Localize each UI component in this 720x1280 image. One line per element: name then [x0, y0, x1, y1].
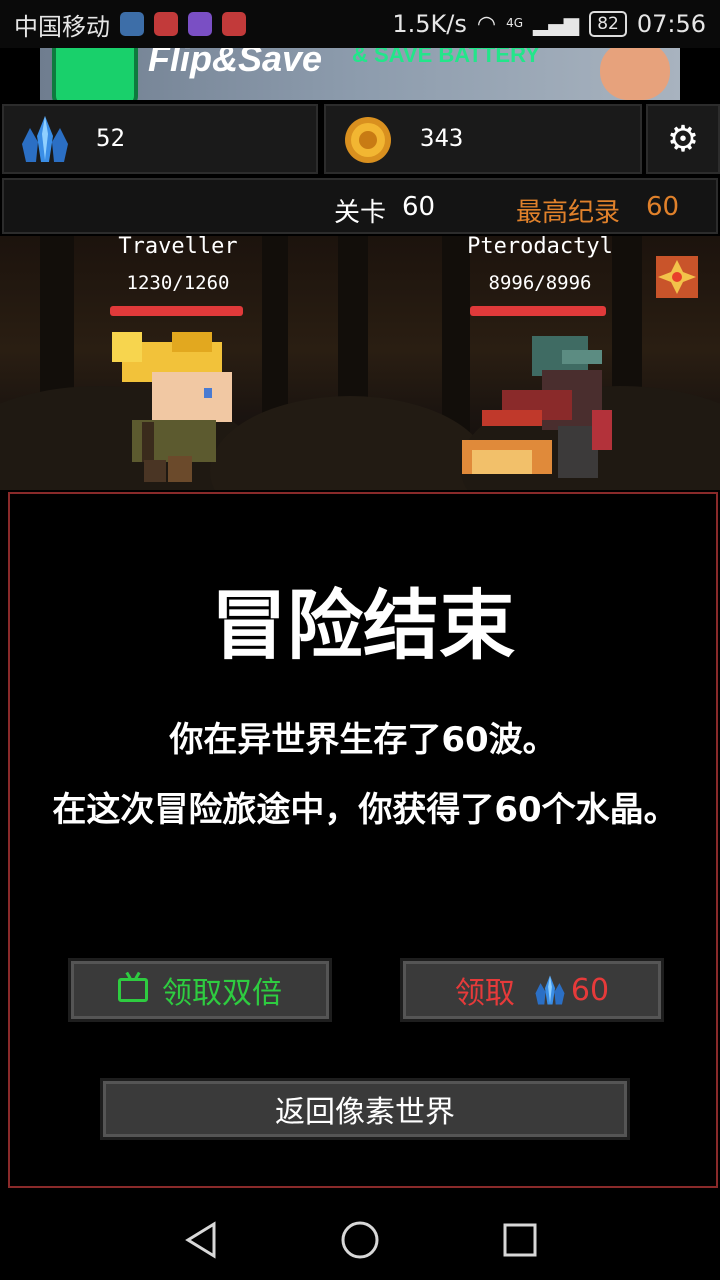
settings-gear-icon[interactable]: ⚙	[646, 104, 720, 174]
crystal-icon	[22, 116, 68, 162]
enemy-buff-icon	[656, 256, 698, 298]
adventure-over-dialog: 冒险结束 你在异世界生存了60波。 在这次冒险旅途中，你获得了60个水晶。 领取…	[8, 492, 718, 1188]
player-hp-bar	[110, 306, 243, 316]
gold-counter: 343	[324, 104, 642, 174]
level-bar: 关卡 60 最高纪录 60	[2, 178, 718, 234]
crystal-count: 52	[96, 124, 125, 152]
claim-amount: 60	[570, 972, 610, 1008]
claim-double-button[interactable]: 领取双倍	[68, 958, 332, 1022]
enemy-name: Pterodactyl	[467, 236, 613, 259]
traveller-sprite	[112, 332, 232, 482]
battery-level: 82	[597, 14, 619, 34]
ad-logo	[52, 48, 138, 100]
gold-coin-icon	[345, 117, 391, 163]
app-notification-icon	[154, 12, 178, 36]
health-app-icon	[120, 12, 144, 36]
ad-hand-image	[600, 48, 670, 100]
dialog-title: 冒险结束	[211, 581, 515, 670]
battery-icon: 82	[589, 11, 627, 37]
back-icon[interactable]	[182, 1220, 222, 1260]
best-record-value: 60	[646, 192, 680, 222]
ad-title: Flip&Save	[148, 48, 323, 79]
survived-waves-text: 你在异世界生存了60波。	[169, 720, 557, 760]
claim-label: 领取	[454, 976, 515, 1011]
status-bar: 中国移动 1.5K/s ◠ 4G ▂▄▆ 82 07:56	[0, 0, 720, 48]
player-hp-text: 1230/1260	[126, 272, 230, 294]
recents-icon[interactable]	[500, 1220, 540, 1260]
resource-bar: 52 343 ⚙	[0, 104, 720, 174]
clock: 07:56	[636, 10, 706, 38]
ad-banner[interactable]: Flip&Save & SAVE BATTERY	[40, 48, 680, 100]
net-speed: 1.5K/s	[392, 10, 467, 38]
carrier-label: 中国移动	[14, 12, 110, 41]
wifi-icon: ◠	[476, 11, 497, 37]
claim-button[interactable]: 领取 60	[400, 958, 664, 1022]
system-nav-bar	[0, 1200, 720, 1280]
player-name: Traveller	[118, 236, 238, 259]
home-icon[interactable]	[340, 1220, 380, 1260]
network-type: 4G	[506, 16, 524, 30]
tv-ad-icon	[118, 978, 148, 1002]
level-label: 关卡	[334, 198, 387, 228]
battle-scene: Traveller 1230/1260 Pterodactyl 8996/899…	[0, 236, 720, 490]
enemy-hp-bar	[470, 306, 606, 316]
best-record-label: 最高纪录	[516, 198, 621, 228]
crystal-counter: 52	[2, 104, 318, 174]
signal-icon: ▂▄▆	[533, 12, 580, 36]
crystals-earned-text: 在这次冒险旅途中，你获得了60个水晶。	[52, 790, 678, 830]
hms-icon	[222, 12, 246, 36]
crystal-icon	[535, 975, 565, 1005]
claim-double-label: 领取双倍	[162, 976, 282, 1011]
enemy-hp-text: 8996/8996	[488, 272, 592, 294]
return-label: 返回像素世界	[275, 1095, 455, 1130]
level-value: 60	[402, 192, 436, 222]
return-to-pixel-world-button[interactable]: 返回像素世界	[100, 1078, 630, 1140]
pterodactyl-sprite	[462, 336, 612, 478]
ad-subtitle: & SAVE BATTERY	[352, 48, 540, 67]
keyboard-icon	[188, 12, 212, 36]
gold-count: 343	[420, 124, 464, 152]
